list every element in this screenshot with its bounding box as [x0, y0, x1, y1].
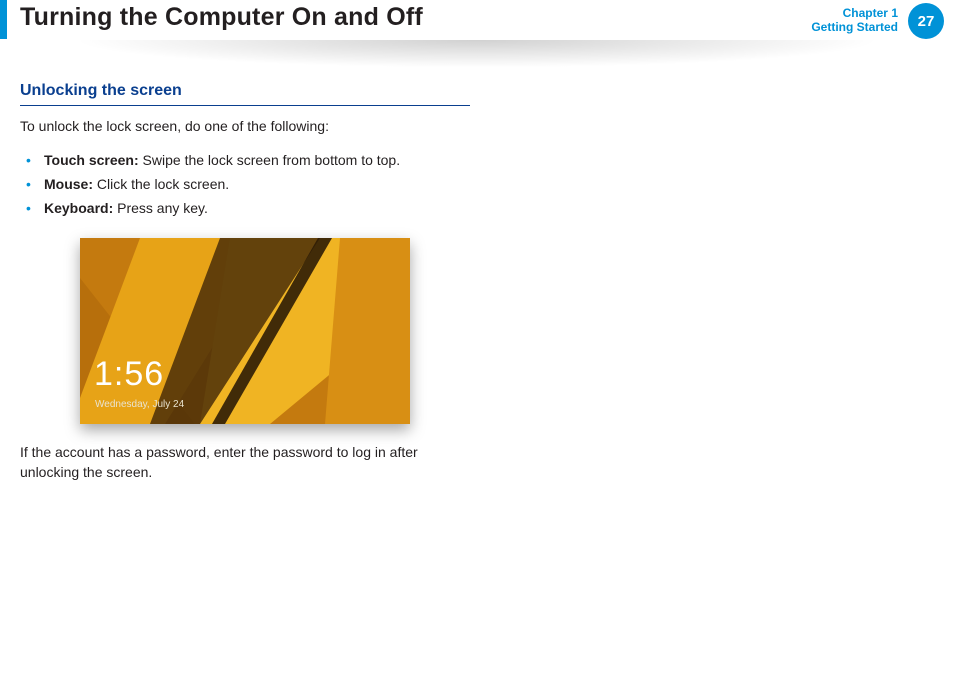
bullet-text: Click the lock screen. — [93, 176, 229, 192]
lockscreen-figure: 1:56 Wednesday, July 24 — [80, 238, 410, 424]
lockscreen-time: 1:56 — [94, 355, 164, 394]
list-item: Keyboard: Press any key. — [22, 196, 470, 220]
page-header: Turning the Computer On and Off Chapter … — [0, 0, 954, 56]
bullet-text: Swipe the lock screen from bottom to top… — [139, 152, 400, 168]
chapter-label: Chapter 1 Getting Started — [811, 6, 898, 34]
list-item: Touch screen: Swipe the lock screen from… — [22, 148, 470, 172]
section-intro: To unlock the lock screen, do one of the… — [20, 118, 470, 134]
figure-wrapper: 1:56 Wednesday, July 24 — [80, 238, 410, 424]
lockscreen-date: Wednesday, July 24 — [95, 399, 184, 410]
page-number-badge: 27 — [908, 3, 944, 39]
section-heading: Unlocking the screen — [20, 82, 470, 106]
content-column: Unlocking the screen To unlock the lock … — [20, 82, 470, 482]
manual-page: Turning the Computer On and Off Chapter … — [0, 0, 954, 677]
page-number: 27 — [918, 13, 935, 30]
lockscreen-art — [80, 238, 410, 424]
header-shadow — [0, 40, 954, 68]
bullet-list: Touch screen: Swipe the lock screen from… — [22, 148, 470, 220]
header-accent-bar — [0, 0, 7, 39]
bullet-label: Mouse: — [44, 176, 93, 192]
bullet-label: Keyboard: — [44, 200, 113, 216]
list-item: Mouse: Click the lock screen. — [22, 172, 470, 196]
section-after-text: If the account has a password, enter the… — [20, 442, 450, 482]
chapter-line1: Chapter 1 — [811, 6, 898, 20]
page-title: Turning the Computer On and Off — [20, 3, 423, 32]
bullet-text: Press any key. — [113, 200, 208, 216]
bullet-label: Touch screen: — [44, 152, 139, 168]
chapter-line2: Getting Started — [811, 20, 898, 34]
